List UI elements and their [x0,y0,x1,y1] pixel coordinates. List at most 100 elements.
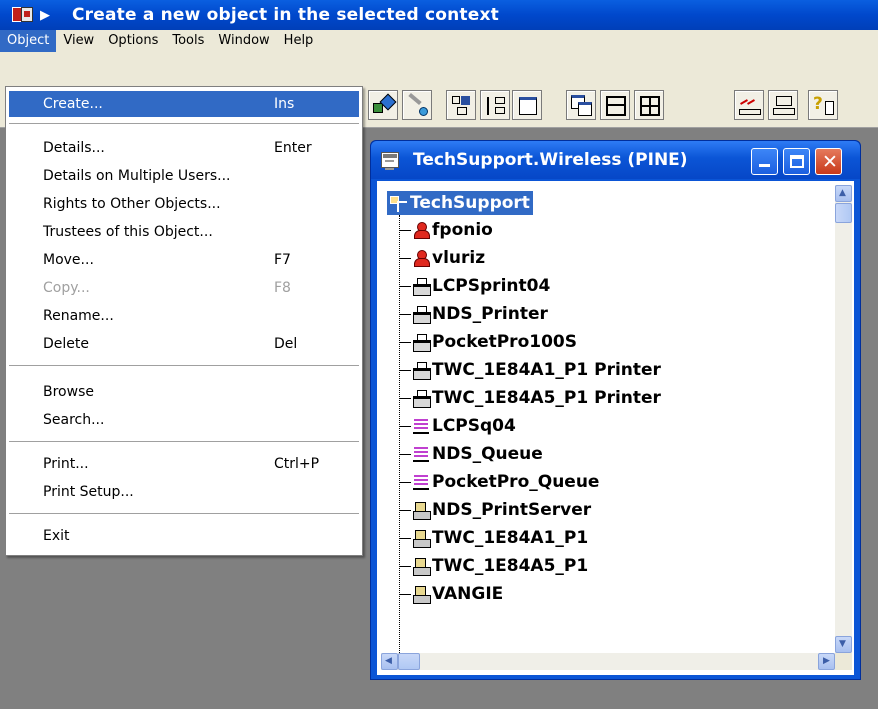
tree-item[interactable]: TWC_1E84A5_P1 [399,553,588,579]
browser-window-icon[interactable] [381,152,399,170]
printer-icon [412,333,431,352]
print-server-icon [412,557,431,576]
tree-item-label: NDS_Printer [432,304,548,324]
organizational-unit-icon [389,194,407,212]
menu-separator [9,365,359,367]
tree-item-label: TWC_1E84A1_P1 Printer [432,360,661,380]
object-tree-icon[interactable] [368,90,398,120]
menu-item-trustees[interactable]: Trustees of this Object... [9,219,359,245]
scroll-right-button[interactable]: ▶ [818,653,835,670]
tree-item[interactable]: NDS_PrintServer [399,497,591,523]
horizontal-scroll-thumb[interactable] [398,653,420,670]
scroll-down-button[interactable]: ▼ [835,636,852,653]
menu-help[interactable]: Help [277,30,321,52]
tree-item[interactable]: TWC_1E84A1_P1 [399,525,588,551]
print-queue-icon [412,473,430,491]
resize-grip[interactable] [835,653,852,670]
cascade-icon[interactable] [566,90,596,120]
tree-item[interactable]: vluriz [399,245,485,271]
tree-item[interactable]: TWC_1E84A5_P1 Printer [399,385,661,411]
menu-window[interactable]: Window [211,30,276,52]
menu-separator [9,441,359,443]
menu-item-browse[interactable]: Browse [9,379,359,405]
vertical-scroll-thumb[interactable] [835,203,852,223]
menu-item-print[interactable]: Print... Ctrl+P [9,451,359,477]
menu-item-delete[interactable]: Delete Del [9,331,359,357]
menu-item-label: Print... [43,456,89,472]
menu-tools[interactable]: Tools [165,30,211,52]
scroll-left-button[interactable]: ◀ [381,653,398,670]
menu-separator [9,123,359,125]
menu-item-details-multiple-users[interactable]: Details on Multiple Users... [9,163,359,189]
sort-icon[interactable] [480,90,510,120]
menu-item-label: Search... [43,412,105,428]
printer-icon [412,389,431,408]
toolbar-group-help: ? [808,90,838,122]
tree-item[interactable]: LCPSprint04 [399,273,550,299]
close-button[interactable]: ✕ [815,148,842,175]
tree-root-label: TechSupport [410,193,530,213]
menu-item-print-setup[interactable]: Print Setup... [9,479,359,505]
pointer-cursor-icon: ▶ [40,7,50,23]
toolbar-group-reports [734,90,798,122]
tree-item-label: TWC_1E84A1_P1 [432,528,589,548]
scroll-up-button[interactable]: ▲ [835,185,852,202]
tree-item[interactable]: LCPSq04 [399,413,516,439]
chevron-up-icon: ▲ [839,188,846,198]
menubar: Object View Options Tools Window Help [0,30,878,52]
tree-item[interactable]: PocketPro_Queue [399,469,599,495]
menu-item-label: Delete [43,336,89,352]
app-icon[interactable] [12,6,34,24]
tile-icon[interactable] [600,90,630,120]
tree-item[interactable]: PocketPro100S [399,329,577,355]
menu-separator [9,513,359,515]
menu-item-label: Rename... [43,308,114,324]
object-tree: TechSupport fponio vluriz LCPSprint04 ND… [381,185,833,653]
app-title-bar: ▶ Create a new object in the selected co… [0,0,878,30]
menu-options[interactable]: Options [101,30,165,52]
minimize-button[interactable] [751,148,778,175]
menu-item-label: Print Setup... [43,484,134,500]
menu-item-details[interactable]: Details... Enter [9,135,359,161]
menu-item-shortcut: Enter [274,140,312,156]
users-icon[interactable] [768,90,798,120]
browser-window-titlebar[interactable]: TechSupport.Wireless (PINE) ✕ [371,141,860,179]
maximize-button[interactable] [783,148,810,175]
help-icon[interactable]: ? [808,90,838,120]
menu-item-label: Details... [43,140,105,156]
assign-rights-icon[interactable] [402,90,432,120]
print-server-icon [412,585,431,604]
tree-item[interactable]: TWC_1E84A1_P1 Printer [399,357,661,383]
menu-item-move[interactable]: Move... F7 [9,247,359,273]
browse-icon[interactable] [446,90,476,120]
print-queue-icon [412,445,430,463]
print-server-icon [412,529,431,548]
menu-item-exit[interactable]: Exit [9,523,359,549]
menu-item-label: Create... [43,96,103,112]
tree-item[interactable]: NDS_Queue [399,441,543,467]
menu-item-rename[interactable]: Rename... [9,303,359,329]
menu-item-create[interactable]: Create... Ins [9,91,359,117]
tree-item[interactable]: VANGIE [399,581,503,607]
report-icon[interactable] [734,90,764,120]
tree-root-item[interactable]: TechSupport [387,191,533,215]
tree-item-label: LCPSprint04 [432,276,551,296]
menu-view[interactable]: View [56,30,101,52]
tree-item[interactable]: fponio [399,217,493,243]
tree-item-label: NDS_Queue [432,444,543,464]
menu-object[interactable]: Object [0,30,57,52]
tree-item-label: TWC_1E84A5_P1 Printer [432,388,661,408]
close-icon: ✕ [822,151,838,173]
minimize-icon [759,164,770,167]
window-icon[interactable] [512,90,542,120]
printer-icon [412,361,431,380]
menu-item-search[interactable]: Search... [9,407,359,433]
menu-item-rights-to-other-objects[interactable]: Rights to Other Objects... [9,191,359,217]
vertical-scrollbar[interactable]: ▲ ▼ [835,185,852,653]
toolbar-group-window [512,90,542,122]
horizontal-scrollbar[interactable]: ◀ ▶ [381,653,835,670]
grid-icon[interactable] [634,90,664,120]
print-queue-icon [412,417,430,435]
tree-item[interactable]: NDS_Printer [399,301,548,327]
app-title: Create a new object in the selected cont… [72,5,499,25]
